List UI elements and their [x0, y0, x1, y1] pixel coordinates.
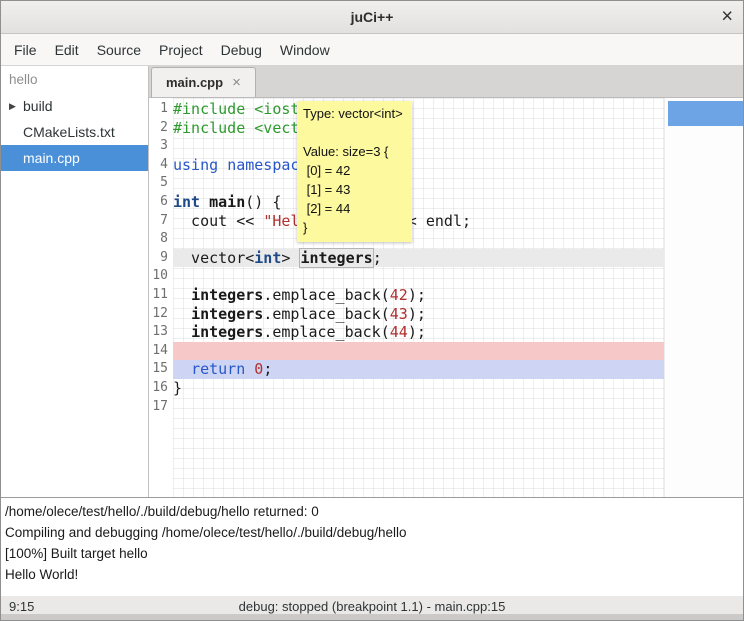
line-number[interactable]: 17: [149, 398, 173, 417]
window-title: juCi++: [1, 1, 743, 33]
line-number[interactable]: 3: [149, 137, 173, 156]
code-line[interactable]: 14: [149, 342, 666, 361]
tree-item-maincpp[interactable]: main.cpp: [1, 145, 148, 171]
output-line: Compiling and debugging /home/olece/test…: [5, 522, 739, 543]
code-line-text[interactable]: integers.emplace_back(44);: [173, 323, 666, 342]
tooltip-close-brace: }: [303, 218, 406, 237]
app-window: juCi++ × File Edit Source Project Debug …: [0, 0, 744, 621]
tree-item-label: CMakeLists.txt: [23, 124, 115, 140]
code-line[interactable]: 13 integers.emplace_back(44);: [149, 323, 666, 342]
code-line-text[interactable]: [173, 174, 666, 193]
code-line-text[interactable]: return 0;: [173, 360, 666, 379]
code-line-text[interactable]: [173, 137, 666, 156]
line-number[interactable]: 15: [149, 360, 173, 379]
line-number[interactable]: 10: [149, 267, 173, 286]
tab-close-icon[interactable]: ×: [232, 76, 241, 89]
output-line: [100%] Built target hello: [5, 543, 739, 564]
tooltip-type-line: Type: vector<int>: [303, 104, 406, 123]
line-number[interactable]: 12: [149, 305, 173, 324]
output-line: Hello World!: [5, 564, 739, 585]
line-number[interactable]: 14: [149, 342, 173, 361]
menu-file[interactable]: File: [5, 37, 46, 63]
editor-tabbar: main.cpp ×: [149, 66, 743, 98]
debug-status: debug: stopped (breakpoint 1.1) - main.c…: [1, 599, 743, 614]
tooltip-item-1: [1] = 43: [303, 180, 406, 199]
close-icon[interactable]: ×: [721, 7, 733, 27]
code-line-text[interactable]: [173, 398, 666, 417]
tree-item-cmakelists[interactable]: CMakeLists.txt: [1, 119, 148, 145]
tooltip-item-0: [0] = 42: [303, 161, 406, 180]
expander-icon[interactable]: ▶: [9, 101, 23, 112]
output-panel[interactable]: /home/olece/test/hello/./build/debug/hel…: [1, 497, 743, 596]
code-line[interactable]: 16}: [149, 379, 666, 398]
tab-label: main.cpp: [166, 75, 223, 90]
output-line: /home/olece/test/hello/./build/debug/hel…: [5, 501, 739, 522]
code-line-text[interactable]: cout << "Hello World!" << endl;: [173, 212, 666, 231]
code-line[interactable]: 15 return 0;: [149, 360, 666, 379]
code-line-text[interactable]: #include <iostream>: [173, 100, 666, 119]
line-number[interactable]: 4: [149, 156, 173, 175]
code-line-text[interactable]: integers.emplace_back(42);: [173, 286, 666, 305]
code-line[interactable]: 9 vector<int> integers;: [149, 249, 666, 268]
debug-value-tooltip: Type: vector<int> Value: size=3 { [0] = …: [297, 101, 412, 242]
tooltip-value-line: Value: size=3 {: [303, 142, 406, 161]
main-area: hello ▶ build CMakeLists.txt main.cpp: [1, 66, 743, 497]
menu-window[interactable]: Window: [271, 37, 339, 63]
code-line[interactable]: 11 integers.emplace_back(42);: [149, 286, 666, 305]
menu-debug[interactable]: Debug: [212, 37, 271, 63]
project-name-label: hello: [1, 66, 148, 93]
tree-item-label: main.cpp: [23, 150, 80, 166]
code-line[interactable]: 10: [149, 267, 666, 286]
menu-source[interactable]: Source: [88, 37, 150, 63]
code-line-text[interactable]: [173, 267, 666, 286]
tooltip-blank-line: [303, 123, 406, 142]
minimap-slider[interactable]: [668, 101, 743, 126]
line-number[interactable]: 5: [149, 174, 173, 193]
menubar: File Edit Source Project Debug Window: [1, 34, 743, 66]
code-line-text[interactable]: [173, 230, 666, 249]
line-number[interactable]: 16: [149, 379, 173, 398]
tree-item-label: build: [23, 98, 53, 114]
code-line[interactable]: 12 integers.emplace_back(43);: [149, 305, 666, 324]
code-line-text[interactable]: vector<int> integers;: [173, 249, 666, 268]
code-line-text[interactable]: #include <vector>: [173, 119, 666, 138]
menu-edit[interactable]: Edit: [46, 37, 88, 63]
code-line-text[interactable]: [173, 342, 666, 361]
line-number[interactable]: 2: [149, 119, 173, 138]
titlebar: juCi++ ×: [1, 1, 743, 34]
line-number[interactable]: 8: [149, 230, 173, 249]
line-number[interactable]: 7: [149, 212, 173, 231]
code-line-text[interactable]: int main() {: [173, 193, 666, 212]
window-bottom-edge: [1, 614, 743, 621]
minimap[interactable]: [664, 98, 743, 497]
code-line-text[interactable]: integers.emplace_back(43);: [173, 305, 666, 324]
file-tree: ▶ build CMakeLists.txt main.cpp: [1, 93, 148, 171]
line-number[interactable]: 11: [149, 286, 173, 305]
code-line-text[interactable]: }: [173, 379, 666, 398]
code-line[interactable]: 17: [149, 398, 666, 417]
line-number[interactable]: 13: [149, 323, 173, 342]
editor-pane: main.cpp × 1#include <iostream>2#include…: [149, 66, 743, 497]
line-number[interactable]: 9: [149, 249, 173, 268]
tree-item-build[interactable]: ▶ build: [1, 93, 148, 119]
menu-project[interactable]: Project: [150, 37, 212, 63]
cursor-position: 9:15: [9, 599, 34, 614]
file-sidebar: hello ▶ build CMakeLists.txt main.cpp: [1, 66, 149, 497]
code-line-text[interactable]: using namespace std;: [173, 156, 666, 175]
line-number[interactable]: 6: [149, 193, 173, 212]
tooltip-item-2: [2] = 44: [303, 199, 406, 218]
tab-maincpp[interactable]: main.cpp ×: [151, 67, 256, 97]
statusbar: 9:15 debug: stopped (breakpoint 1.1) - m…: [1, 596, 743, 621]
line-number[interactable]: 1: [149, 100, 173, 119]
code-editor[interactable]: 1#include <iostream>2#include <vector>34…: [149, 98, 743, 497]
